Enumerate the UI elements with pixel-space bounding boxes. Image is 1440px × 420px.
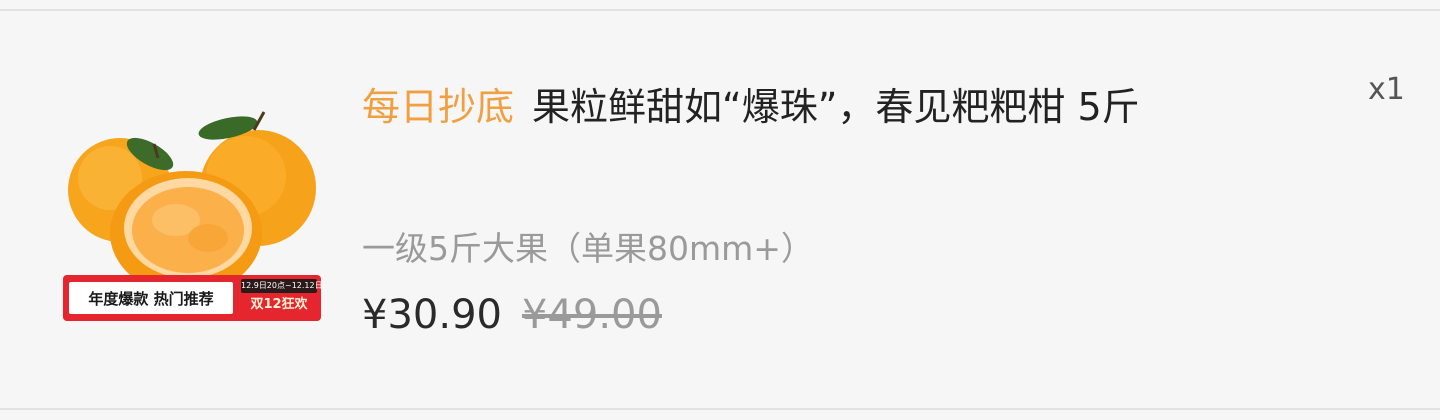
price-group: ¥30.90 ¥49.00 xyxy=(362,292,662,338)
promo-date-label: 12.9日20点~12.12日 xyxy=(241,279,323,293)
promo-sale-label: 双12狂欢 xyxy=(250,297,308,312)
quantity-label: x1 xyxy=(1368,72,1405,107)
promo-hot-label: 年度爆款 热门推荐 xyxy=(69,282,233,314)
order-item-row[interactable]: 年度爆款 热门推荐 12.9日20点~12.12日 双12狂欢 每日抄底 果粒鲜甜… xyxy=(0,12,1440,406)
daily-deal-tag: 每日抄底 xyxy=(362,85,515,129)
current-price: ¥30.90 xyxy=(362,292,502,338)
bottom-divider xyxy=(0,408,1440,410)
promo-banner: 年度爆款 热门推荐 12.9日20点~12.12日 双12狂欢 xyxy=(63,275,323,321)
product-title-text: 果粒鲜甜如“爆珠”，春见粑粑柑 5斤 xyxy=(532,85,1140,129)
top-divider xyxy=(0,9,1440,11)
original-price: ¥49.00 xyxy=(521,292,662,338)
product-title[interactable]: 每日抄底 果粒鲜甜如“爆珠”，春见粑粑柑 5斤 xyxy=(362,64,1312,150)
product-image[interactable]: 年度爆款 热门推荐 12.9日20点~12.12日 双12狂欢 xyxy=(58,98,326,340)
variant-label: 一级5斤大果（单果80mm+） xyxy=(362,229,814,268)
